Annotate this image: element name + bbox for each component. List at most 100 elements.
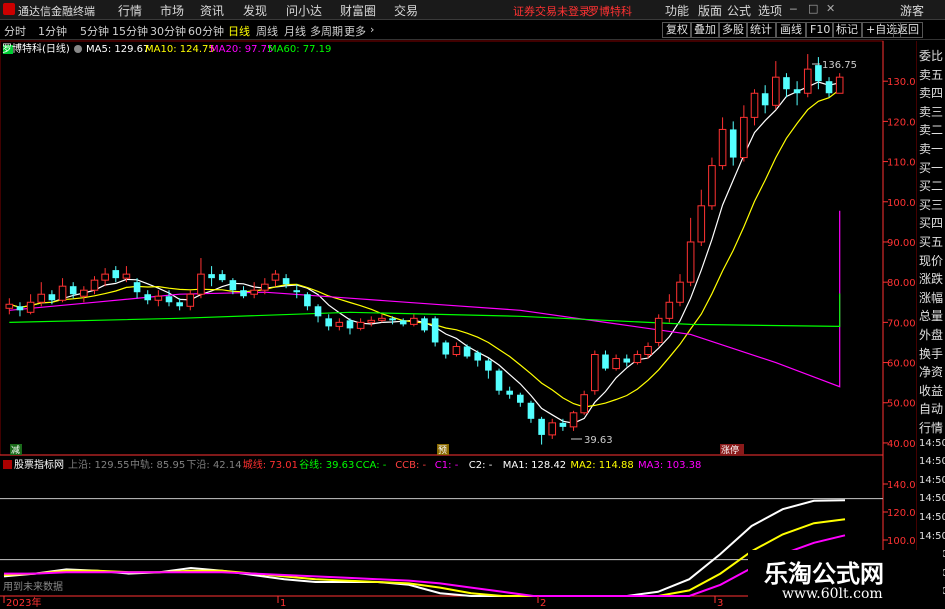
candle-body-up: [591, 354, 599, 392]
candle-body-down: [176, 302, 183, 307]
candle-body-up: [644, 345, 652, 356]
ind-line-ma3: [4, 534, 846, 597]
chart-canvas[interactable]: 130.00120.00110.00100.0090.0080.0070.006…: [0, 0, 945, 609]
main-y-tick-label: 90.00: [887, 238, 916, 249]
ma10-legend: MA10: 124.75: [145, 44, 215, 55]
candle-body-down: [314, 306, 322, 317]
candle-body-down: [559, 422, 567, 427]
candle-body-up: [90, 279, 99, 291]
side-panel-item[interactable]: 14:50: [919, 512, 945, 523]
side-panel-item[interactable]: 涨幅: [919, 289, 945, 306]
side-panel-item[interactable]: 14:50: [919, 493, 945, 504]
ind-legend-item: 上沿: 129.55: [68, 459, 130, 471]
side-panel-item[interactable]: 买二: [919, 177, 945, 194]
candle-body-down: [517, 394, 524, 403]
side-panel-item[interactable]: 卖四: [919, 84, 945, 101]
side-panel-item[interactable]: 卖三: [919, 103, 945, 120]
candle-body-down: [485, 360, 492, 371]
candle-body-up: [197, 273, 205, 295]
ind-legend-item: MA2: 114.88: [570, 460, 633, 471]
x-axis-ticks: 2023年 1 2 3: [3, 596, 723, 609]
side-panel-item[interactable]: 行情: [919, 419, 945, 436]
candle-body-down: [431, 318, 439, 343]
marker-forecast: 预: [438, 445, 447, 456]
candle-body-down: [48, 294, 56, 301]
main-y-tick-label: 40.00: [887, 439, 916, 450]
candle-body-up: [580, 394, 588, 414]
side-panel-item[interactable]: 卖一: [919, 140, 945, 157]
side-panel-item[interactable]: 卖五: [919, 66, 945, 83]
side-panel-item[interactable]: 净资: [919, 363, 945, 380]
side-panel-item[interactable]: 买一: [919, 159, 945, 176]
ma60-legend: MA60: 77.19: [268, 44, 331, 55]
candle-body-down: [389, 318, 396, 321]
candle-body-down: [144, 294, 152, 301]
candlesticks: [5, 54, 844, 445]
candle-body-up: [335, 321, 344, 327]
candle-body-down: [783, 77, 790, 90]
ind-legend-item: CCB: -: [395, 460, 426, 471]
candle-body-down: [16, 306, 24, 311]
candle-body-up: [261, 283, 269, 291]
quote-side-panel: 委比卖五 卖四卖三 卖二卖一买一 买二买三 买四买五现价 涨跌涨幅 总量外盘换手 净资收益 自动…: [916, 41, 945, 609]
side-panel-item[interactable]: 买五: [919, 233, 945, 250]
side-panel-item[interactable]: 现价: [919, 252, 945, 269]
side-panel-item[interactable]: 换手: [919, 345, 945, 362]
watermark-title: 乐淘公式网: [764, 559, 884, 588]
indicator-legend: 上沿: 129.55 中轨: 85.95 下沿: 42.14 城线: 73.01 谷线:…: [68, 458, 701, 471]
candle-body-up: [80, 289, 88, 297]
side-panel-item[interactable]: 总量: [919, 307, 945, 324]
candle-body-down: [229, 280, 237, 291]
candle-body-down: [208, 274, 215, 279]
candle-body-up: [772, 76, 780, 106]
ind-legend-item: CCA: -: [356, 460, 387, 471]
candle-body-down: [442, 342, 450, 355]
ind-legend-item: 中轨: 85.95: [130, 458, 185, 471]
candle-body-up: [271, 273, 280, 281]
ma5-legend: MA5: 129.67: [86, 44, 149, 55]
side-panel-item[interactable]: 外盘: [919, 326, 945, 343]
side-panel-item[interactable]: 14:50: [919, 438, 945, 449]
candle-body-down: [133, 282, 141, 293]
high-price-label: 136.75: [822, 60, 857, 71]
candle-body-down: [218, 274, 226, 281]
candle-body-up: [718, 128, 727, 167]
candle-body-up: [654, 317, 663, 343]
candle-body-down: [463, 346, 471, 357]
side-panel-item[interactable]: 涨跌: [919, 270, 945, 287]
candle-body-down: [346, 320, 354, 329]
indicator-lines: [3, 499, 846, 597]
candle-body-down: [421, 318, 428, 331]
settings-dot-icon[interactable]: [74, 45, 82, 53]
candle-body-down: [325, 318, 332, 327]
candle-body-up: [803, 68, 812, 94]
candle-body-up: [5, 303, 14, 309]
side-panel-item[interactable]: 14:50: [919, 456, 945, 467]
side-panel-item[interactable]: 收益: [919, 382, 945, 399]
candle-body-up: [665, 301, 674, 319]
future-data-note: 用到未来数据: [3, 580, 63, 593]
side-panel-item[interactable]: 卖二: [919, 121, 945, 138]
side-panel-item[interactable]: 买四: [919, 214, 945, 231]
candle-body-up: [26, 301, 35, 313]
candle-body-up: [740, 116, 748, 159]
side-panel-item[interactable]: 14:50: [919, 475, 945, 486]
x-tick-label: 3: [717, 598, 723, 609]
indicator-name: 股票指标网: [14, 458, 64, 471]
x-tick-label: 2: [540, 598, 546, 609]
candle-body-up: [548, 422, 557, 436]
candle-body-up: [37, 293, 46, 303]
candle-body-up: [750, 92, 759, 118]
candle-body-down: [761, 93, 769, 106]
side-panel-item[interactable]: 自动: [919, 400, 945, 417]
candle-body-down: [399, 320, 407, 325]
candle-body-down: [165, 296, 173, 303]
ma20-legend: MA20: 97.75: [210, 44, 273, 55]
candle-body-up: [356, 321, 365, 329]
candle-body-up: [250, 289, 258, 295]
ma20-line: [9, 210, 841, 388]
candle-body-up: [676, 281, 684, 303]
side-panel-item[interactable]: 14:50: [919, 531, 945, 542]
side-panel-item[interactable]: 买三: [919, 196, 945, 213]
side-panel-item[interactable]: 委比: [919, 47, 945, 64]
